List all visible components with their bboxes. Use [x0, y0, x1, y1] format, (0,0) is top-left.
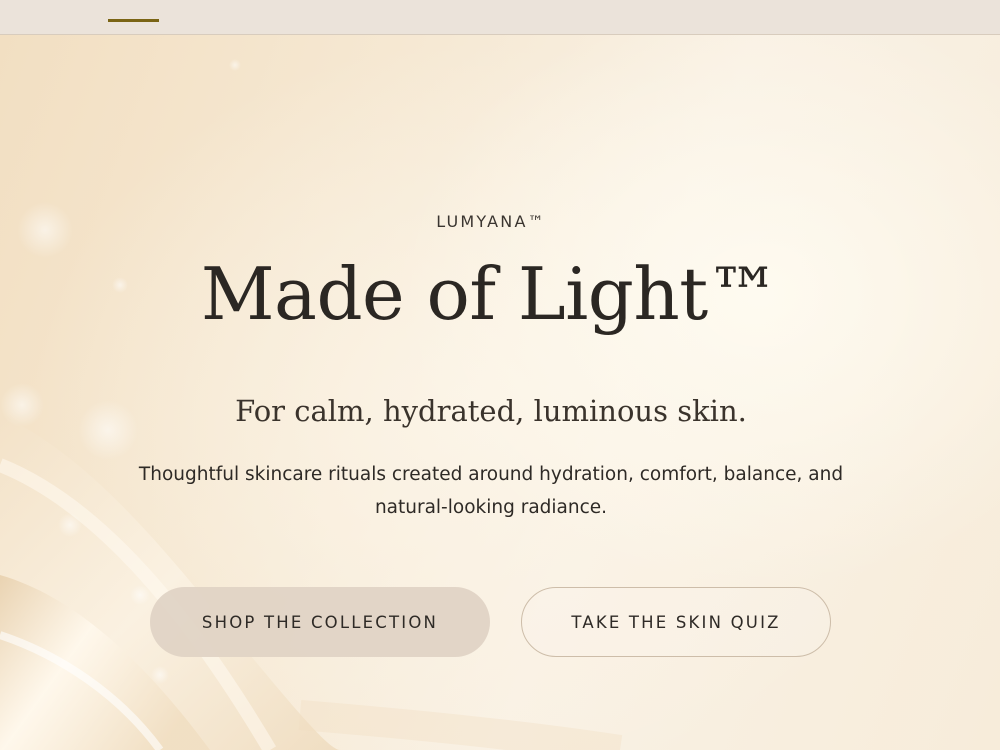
- top-navigation-bar: [0, 0, 1000, 35]
- take-the-skin-quiz-button[interactable]: TAKE THE SKIN QUIZ: [521, 587, 831, 657]
- hero-subheadline: For calm, hydrated, luminous skin.: [235, 394, 747, 428]
- hero-headline: Made of Light™: [200, 252, 780, 336]
- shop-the-collection-button[interactable]: SHOP THE COLLECTION: [150, 587, 490, 657]
- active-nav-indicator: [108, 19, 159, 22]
- hero-section: LUMYANA™ Made of Light™ For calm, hydrat…: [0, 35, 1000, 750]
- hero-content: LUMYANA™ Made of Light™ For calm, hydrat…: [0, 35, 1000, 750]
- hero-description: Thoughtful skincare rituals created arou…: [138, 464, 844, 518]
- brand-name: LUMYANA™: [436, 212, 546, 231]
